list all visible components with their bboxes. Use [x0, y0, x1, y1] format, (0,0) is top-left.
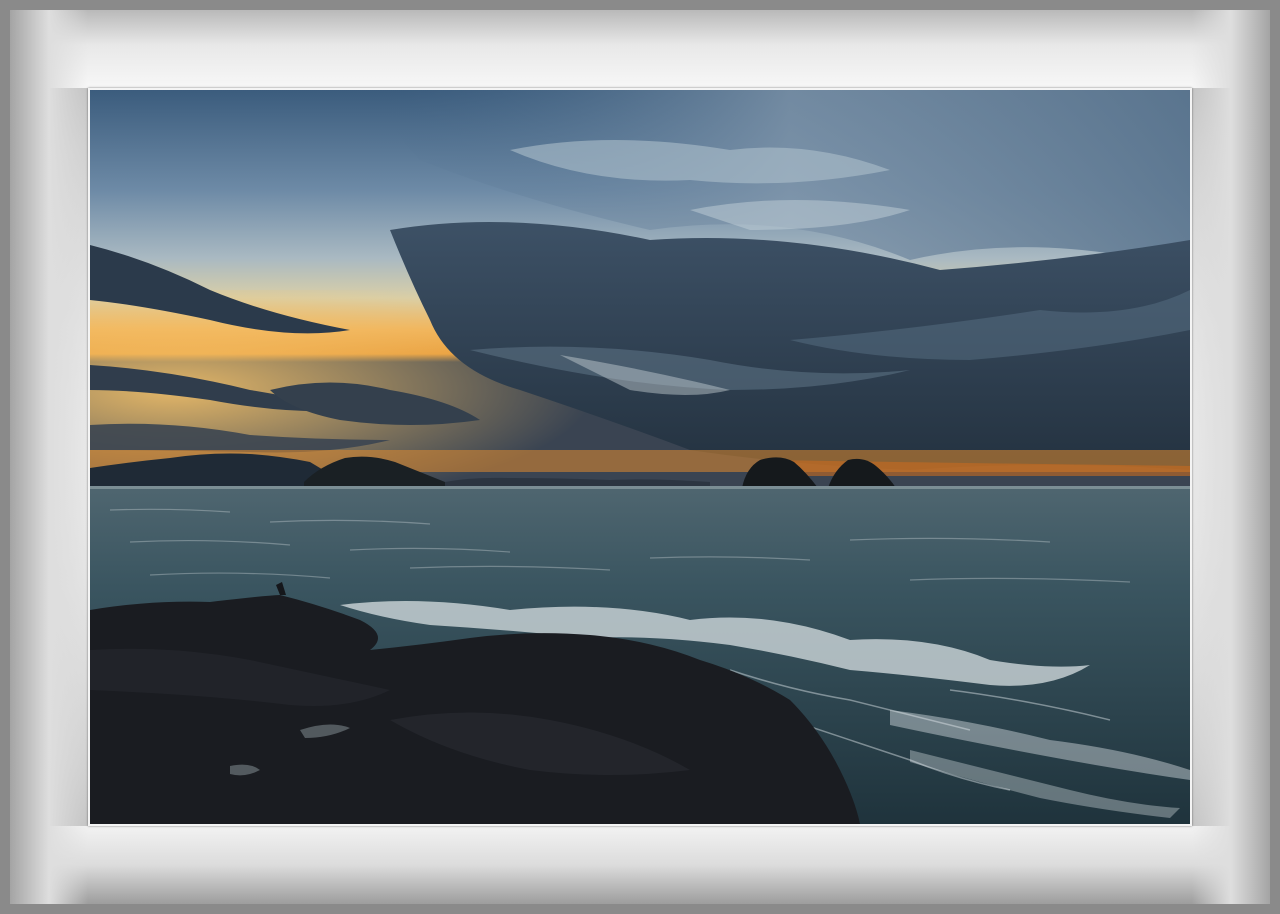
mat-bevel-top	[10, 10, 1270, 88]
mat-bevel-left	[10, 10, 88, 904]
mat-bevel-bottom	[10, 826, 1270, 904]
mat-bevel-right	[1192, 10, 1270, 904]
sunset-seascape-photo	[90, 90, 1190, 824]
